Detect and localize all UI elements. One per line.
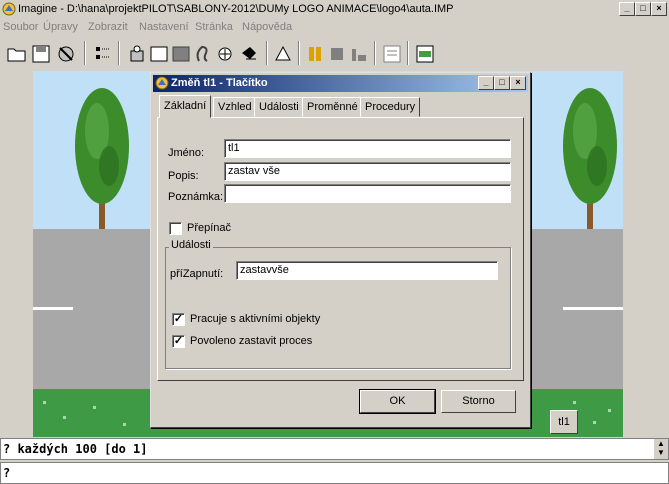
button-tool-icon[interactable] bbox=[148, 43, 170, 65]
menu-upravy[interactable]: Úpravy bbox=[43, 21, 78, 33]
active-objects-label: Pracuje s aktivními objekty bbox=[190, 313, 321, 325]
menu-bar: Soubor Úpravy Zobrazit Nastavení Stránka… bbox=[0, 19, 669, 36]
events-legend: Události bbox=[169, 239, 213, 251]
toolbar-separator bbox=[407, 41, 409, 65]
save-icon[interactable] bbox=[30, 43, 52, 65]
imagine-app-icon bbox=[2, 2, 16, 16]
maximize-button[interactable]: □ bbox=[635, 2, 651, 16]
toolbar-separator bbox=[374, 41, 376, 65]
allow-stop-label: Povoleno zastavit proces bbox=[190, 335, 313, 347]
run-fast-icon[interactable] bbox=[348, 43, 370, 65]
toolbar-separator bbox=[118, 41, 120, 65]
panel-icon[interactable] bbox=[170, 43, 192, 65]
change-button-dialog: Změň tl1 - Tlačítko _ □ × Základní Vzhle… bbox=[150, 72, 531, 428]
run-icon[interactable] bbox=[272, 43, 294, 65]
dialog-minimize-button[interactable]: _ bbox=[478, 76, 494, 90]
lane-line bbox=[33, 307, 73, 310]
tab-zakladni[interactable]: Základní bbox=[159, 95, 212, 118]
toolbar-separator bbox=[298, 41, 300, 65]
tree-left-image bbox=[75, 88, 129, 231]
edit-icon[interactable] bbox=[192, 43, 214, 65]
dialog-title-bar[interactable]: Změň tl1 - Tlačítko _ □ × bbox=[153, 75, 528, 92]
tab-procedury[interactable]: Procedury bbox=[360, 97, 421, 117]
command-history-line: ? každých 100 [do 1] bbox=[3, 442, 148, 456]
name-field[interactable]: tl1 bbox=[224, 139, 511, 158]
tab-udalosti[interactable]: Události bbox=[254, 97, 304, 117]
dialog-title: Změň tl1 - Tlačítko bbox=[171, 77, 268, 89]
ok-button[interactable]: OK bbox=[359, 389, 436, 414]
imagine-app-icon bbox=[155, 76, 169, 90]
description-field[interactable]: zastav vše bbox=[224, 162, 511, 181]
turtle-icon[interactable] bbox=[126, 43, 148, 65]
pointer-icon[interactable] bbox=[238, 43, 260, 65]
main-title-bar: Imagine - D:\hana\projektPILOT\SABLONY-2… bbox=[0, 0, 669, 19]
tab-vzhled[interactable]: Vzhled bbox=[213, 97, 257, 117]
menu-stranka[interactable]: Stránka bbox=[195, 21, 233, 33]
command-input[interactable]: ? bbox=[0, 462, 669, 484]
history-scroll-arrows[interactable]: ▲ ▼ bbox=[654, 439, 668, 459]
canvas-button-tl1[interactable]: tl1 bbox=[550, 410, 578, 434]
note-field[interactable] bbox=[224, 184, 511, 203]
active-objects-checkbox[interactable]: ✓ bbox=[172, 313, 185, 326]
tab-promenne[interactable]: Proměnné bbox=[302, 97, 363, 117]
menu-zobrazit[interactable]: Zobrazit bbox=[88, 21, 128, 33]
shape-icon[interactable] bbox=[214, 43, 236, 65]
window-title: Imagine - D:\hana\projektPILOT\SABLONY-2… bbox=[18, 3, 454, 15]
on-press-label: příZapnutí: bbox=[170, 268, 224, 280]
on-press-field[interactable]: zastavvše bbox=[236, 261, 498, 280]
menu-napoveda[interactable]: Nápověda bbox=[242, 21, 292, 33]
toolbar-separator bbox=[84, 41, 86, 65]
dialog-maximize-button[interactable]: □ bbox=[494, 76, 510, 90]
open-folder-icon[interactable] bbox=[6, 43, 28, 65]
toggle-checkbox[interactable] bbox=[169, 222, 182, 235]
dialog-close-button[interactable]: × bbox=[510, 76, 526, 90]
turtle-list-icon[interactable] bbox=[91, 43, 113, 65]
close-button[interactable]: × bbox=[651, 2, 667, 16]
cancel-button[interactable]: Storno bbox=[441, 390, 516, 413]
menu-nastaveni[interactable]: Nastavení bbox=[139, 21, 189, 33]
toggle-label: Přepínač bbox=[187, 222, 232, 234]
menu-soubor[interactable]: Soubor bbox=[3, 21, 38, 33]
new-page-icon[interactable] bbox=[414, 43, 436, 65]
toolbar bbox=[0, 37, 669, 71]
description-label: Popis: bbox=[168, 170, 199, 182]
command-history: ? každých 100 [do 1] ▲ ▼ bbox=[0, 438, 669, 460]
stop-icon[interactable] bbox=[326, 43, 348, 65]
allow-stop-checkbox[interactable]: ✓ bbox=[172, 335, 185, 348]
tree-right-image bbox=[563, 88, 617, 231]
pause-icon[interactable] bbox=[304, 43, 326, 65]
lane-line bbox=[563, 307, 623, 310]
name-label: Jméno: bbox=[168, 147, 205, 159]
minimize-button[interactable]: _ bbox=[619, 2, 635, 16]
toolbar-separator bbox=[266, 41, 268, 65]
tools-icon[interactable] bbox=[55, 43, 77, 65]
note-label: Poznámka: bbox=[168, 191, 224, 203]
command-input-line: ? bbox=[3, 466, 11, 480]
page-icon[interactable] bbox=[381, 43, 403, 65]
